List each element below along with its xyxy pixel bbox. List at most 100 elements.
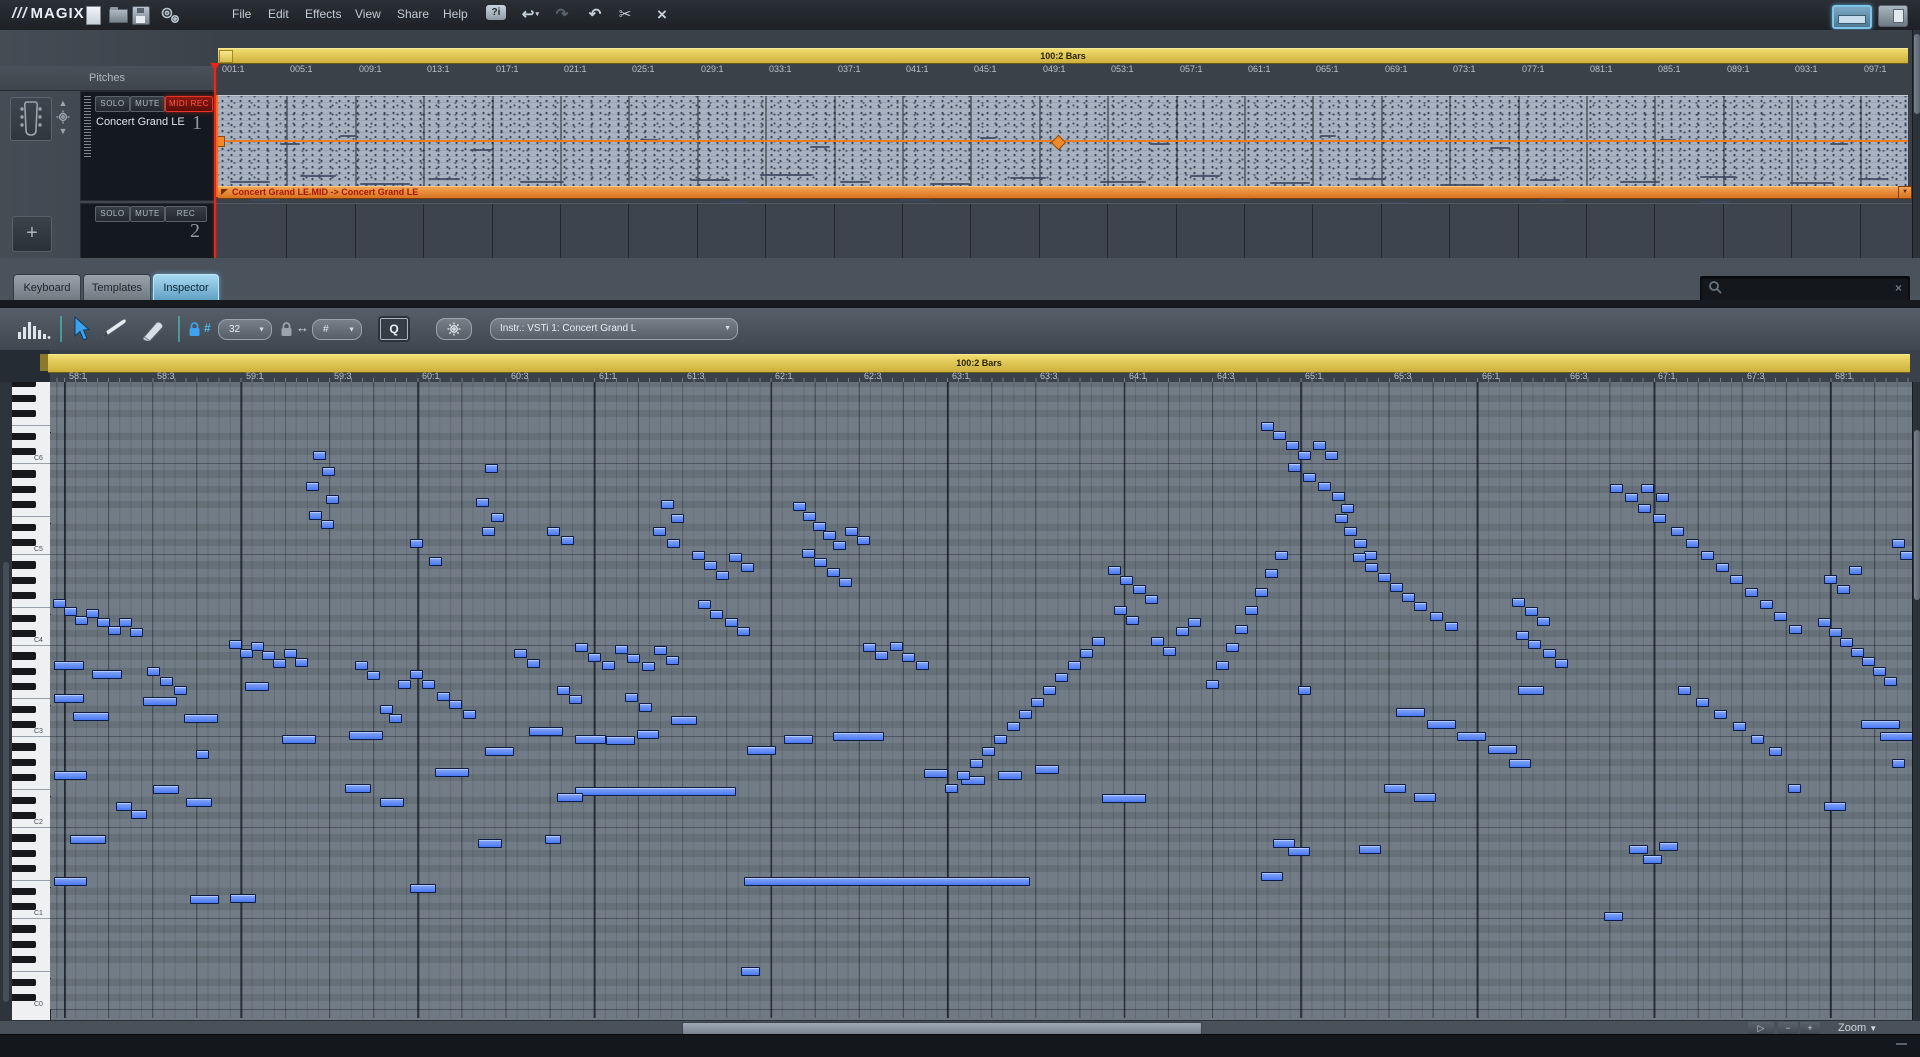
midi-note[interactable] — [527, 659, 540, 668]
midi-note[interactable] — [1840, 638, 1853, 647]
piano-key-black[interactable] — [12, 706, 36, 714]
piano-key-black[interactable] — [12, 743, 36, 751]
note-grid[interactable] — [50, 382, 1912, 1018]
midi-note[interactable] — [355, 661, 368, 670]
midi-note[interactable] — [857, 536, 870, 545]
midi-note[interactable] — [557, 686, 570, 695]
piano-key-black[interactable] — [12, 501, 36, 509]
piano-key-black[interactable] — [12, 941, 36, 949]
midi-note[interactable] — [1007, 722, 1020, 731]
midi-note[interactable] — [389, 714, 402, 723]
search-input[interactable]: × — [1700, 276, 1910, 302]
midi-note[interactable] — [863, 643, 876, 652]
jump-back-icon[interactable]: ↩▾ — [516, 4, 540, 26]
midi-note[interactable] — [322, 467, 335, 476]
piano-key-black[interactable] — [12, 979, 36, 987]
save-project-icon[interactable] — [132, 6, 150, 25]
midi-note[interactable] — [625, 693, 638, 702]
midi-note[interactable] — [1341, 504, 1354, 513]
midi-note[interactable] — [147, 667, 160, 676]
midi-note[interactable] — [729, 553, 742, 562]
midi-note[interactable] — [833, 541, 846, 550]
midi-note[interactable] — [547, 527, 560, 536]
midi-note[interactable] — [1716, 563, 1729, 572]
arrange-vscrollbar[interactable] — [1912, 30, 1920, 258]
midi-note[interactable] — [410, 884, 436, 893]
midi-note[interactable] — [671, 514, 684, 523]
clip-collapse-button[interactable]: ▼ — [1898, 186, 1912, 199]
midi-note[interactable] — [588, 653, 601, 662]
midi-note[interactable] — [108, 626, 121, 635]
track1-name[interactable]: Concert Grand LE — [96, 116, 185, 128]
midi-note[interactable] — [273, 659, 286, 668]
midi-note[interactable] — [1892, 759, 1905, 768]
midi-note[interactable] — [184, 714, 218, 723]
midi-note[interactable] — [744, 877, 1030, 886]
midi-note[interactable] — [1188, 618, 1201, 627]
midi-note[interactable] — [1414, 602, 1427, 611]
midi-note[interactable] — [478, 839, 502, 848]
track2-lane[interactable] — [214, 203, 1912, 260]
midi-note[interactable] — [1019, 710, 1032, 719]
midi-note[interactable] — [491, 513, 504, 522]
midi-note[interactable] — [116, 802, 132, 811]
settings-gears-icon[interactable] — [158, 4, 182, 26]
midi-note[interactable] — [741, 967, 760, 976]
piano-key-black[interactable] — [12, 395, 36, 403]
midi-note[interactable] — [410, 539, 423, 548]
midi-note[interactable] — [119, 618, 132, 627]
midi-note[interactable] — [463, 710, 476, 719]
midi-note[interactable] — [1824, 802, 1846, 811]
midi-note[interactable] — [575, 735, 606, 744]
midi-note[interactable] — [615, 645, 628, 654]
midi-note[interactable] — [561, 536, 574, 545]
piano-roll-ruler[interactable]: 100:2 Bars 58:158:359:159:360:160:361:16… — [0, 350, 1920, 382]
midi-note[interactable] — [1745, 588, 1758, 597]
track1-mute-button[interactable]: MUTE — [130, 96, 165, 112]
midi-note[interactable] — [710, 610, 723, 619]
midi-note[interactable] — [803, 512, 816, 521]
track-gear-icon[interactable] — [56, 110, 70, 124]
midi-note[interactable] — [306, 482, 319, 491]
track-down-icon[interactable]: ▼ — [56, 126, 70, 136]
midi-note[interactable] — [1873, 667, 1886, 676]
track-up-icon[interactable]: ▲ — [56, 98, 70, 108]
midi-note[interactable] — [313, 451, 326, 460]
midi-note[interactable] — [1353, 553, 1366, 562]
midi-note[interactable] — [1829, 628, 1842, 637]
piano-key-black[interactable] — [12, 683, 36, 691]
piano-key-black[interactable] — [12, 539, 36, 547]
midi-note[interactable] — [92, 670, 122, 679]
piano-key-black[interactable] — [12, 592, 36, 600]
piano-key-black[interactable] — [12, 486, 36, 494]
layout-horizontal-button[interactable] — [1832, 5, 1872, 29]
midi-note[interactable] — [575, 643, 588, 652]
midi-note[interactable] — [1892, 539, 1905, 548]
midi-note[interactable] — [435, 768, 469, 777]
midi-note[interactable] — [627, 654, 640, 663]
midi-note[interactable] — [827, 568, 840, 577]
zoom-out-button[interactable]: − — [1778, 1022, 1798, 1034]
midi-note[interactable] — [1031, 698, 1044, 707]
midi-note[interactable] — [1226, 643, 1239, 652]
track2-mute-button[interactable]: MUTE — [130, 206, 165, 222]
midi-note[interactable] — [845, 527, 858, 536]
midi-note[interactable] — [345, 784, 371, 793]
midi-note[interactable] — [1604, 912, 1623, 921]
selection-tool[interactable] — [70, 316, 92, 342]
menu-edit[interactable]: Edit — [268, 7, 289, 21]
midi-note[interactable] — [667, 539, 680, 548]
midi-note[interactable] — [54, 661, 84, 670]
midi-note[interactable] — [1261, 872, 1283, 881]
midi-note[interactable] — [422, 680, 435, 689]
track1-solo-button[interactable]: SOLO — [95, 96, 130, 112]
midi-note[interactable] — [890, 642, 903, 651]
midi-note[interactable] — [1414, 793, 1436, 802]
midi-note[interactable] — [229, 640, 242, 649]
midi-note[interactable] — [1696, 698, 1709, 707]
midi-note[interactable] — [1509, 759, 1531, 768]
midi-note[interactable] — [54, 771, 87, 780]
midi-note[interactable] — [1365, 563, 1378, 572]
midi-note[interactable] — [1055, 673, 1068, 682]
midi-note[interactable] — [1396, 708, 1425, 717]
